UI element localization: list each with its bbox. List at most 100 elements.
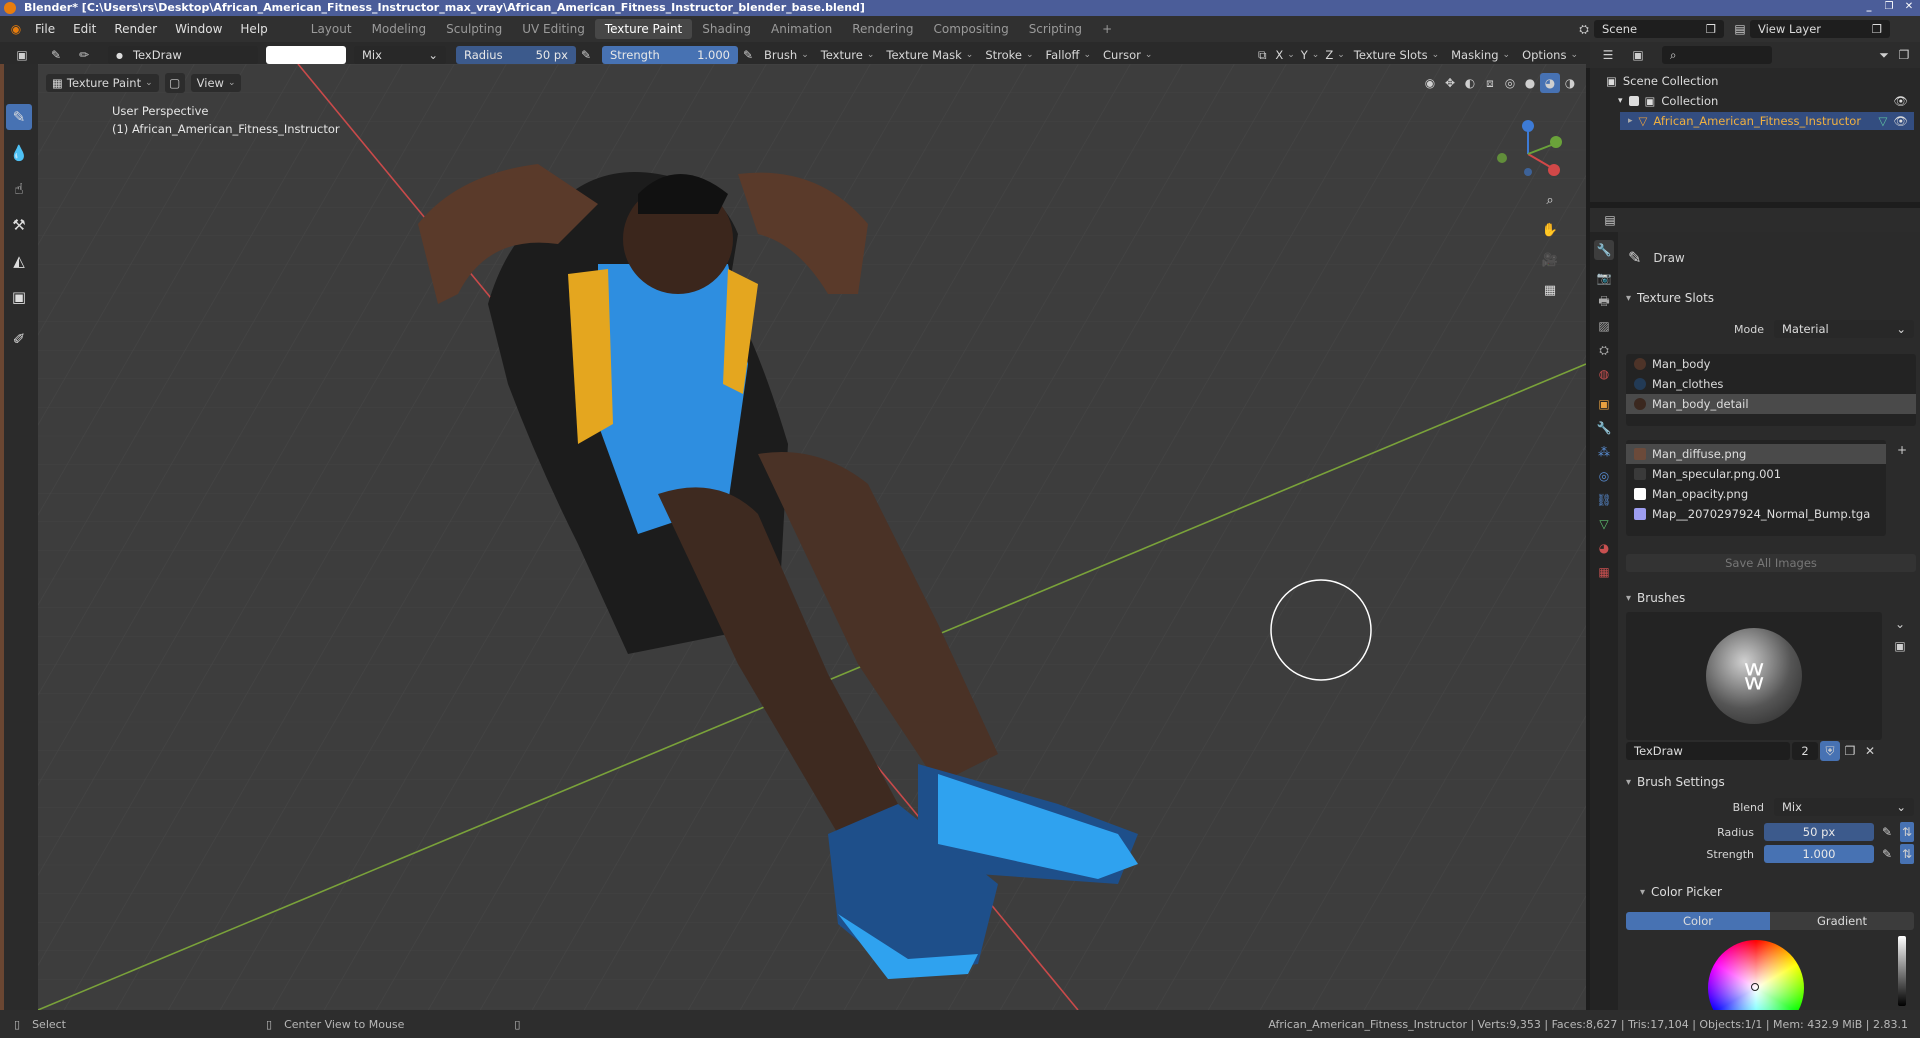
gizmo-toggle-icon[interactable]: ✥ bbox=[1440, 73, 1460, 93]
minimize-button[interactable]: _ bbox=[1862, 1, 1876, 13]
texture-slots-menu[interactable]: Texture Slots bbox=[1348, 46, 1445, 64]
tab-scripting[interactable]: Scripting bbox=[1019, 19, 1092, 39]
particles-tab-icon[interactable]: ⁂ bbox=[1594, 442, 1614, 462]
object-tab-icon[interactable]: ▣ bbox=[1594, 394, 1614, 414]
tab-gradient[interactable]: Gradient bbox=[1770, 912, 1914, 930]
duplicate-brush-icon[interactable]: ❐ bbox=[1840, 741, 1860, 761]
ortho-toggle-icon[interactable]: ▦ bbox=[1538, 278, 1562, 302]
draw-tool-icon[interactable]: ✎ bbox=[6, 104, 32, 130]
texture-menu[interactable]: Texture bbox=[815, 46, 881, 64]
tab-compositing[interactable]: Compositing bbox=[923, 19, 1018, 39]
image-slot-item[interactable]: Map__2070297924_Normal_Bump.tga bbox=[1626, 504, 1886, 524]
shading-wireframe-icon[interactable]: ◎ bbox=[1500, 73, 1520, 93]
options-menu[interactable]: Options bbox=[1516, 46, 1584, 64]
tool-icon[interactable]: ✎ bbox=[46, 45, 66, 65]
material-slot-item-selected[interactable]: Man_body_detail bbox=[1626, 394, 1916, 414]
view-layer-tab-icon[interactable]: ▨ bbox=[1594, 316, 1614, 336]
menu-render[interactable]: Render bbox=[105, 22, 166, 36]
material-tab-icon[interactable]: ◕ bbox=[1594, 538, 1614, 558]
clone-tool-icon[interactable]: ⚒ bbox=[6, 212, 32, 238]
soften-tool-icon[interactable]: 💧 bbox=[6, 140, 32, 166]
pan-hand-icon[interactable]: ✋ bbox=[1538, 218, 1562, 242]
view-layer-icon[interactable]: ▤ bbox=[1730, 19, 1750, 39]
outliner-object-row[interactable]: ▸ ▽ African_American_Fitness_Instructor ▽ 👁 bbox=[1620, 112, 1914, 130]
navigation-gizmo[interactable] bbox=[1488, 114, 1568, 194]
cursor-menu[interactable]: Cursor bbox=[1097, 46, 1158, 64]
tab-rendering[interactable]: Rendering bbox=[842, 19, 923, 39]
image-slot-item[interactable]: Man_specular.png.001 bbox=[1626, 464, 1886, 484]
blend-dropdown[interactable]: Mix ⌄ bbox=[1774, 798, 1914, 816]
texture-tab-icon[interactable]: ▦ bbox=[1594, 562, 1614, 582]
fake-user-shield-icon[interactable]: ⛨ bbox=[1820, 741, 1840, 761]
falloff-menu[interactable]: Falloff bbox=[1040, 46, 1098, 64]
fill-tool-icon[interactable]: ◭ bbox=[6, 248, 32, 274]
outliner-type-icon[interactable]: ☰ bbox=[1598, 45, 1618, 65]
texture-mask-menu[interactable]: Texture Mask bbox=[880, 46, 979, 64]
brush-color-swatch[interactable] bbox=[266, 46, 346, 64]
brush-image-icon[interactable]: ▣ bbox=[1890, 636, 1910, 656]
strength-slider[interactable]: Strength 1.000 bbox=[602, 46, 738, 64]
maximize-button[interactable]: ❐ bbox=[1882, 1, 1896, 13]
radius-pressure-icon[interactable]: ✎ bbox=[576, 45, 596, 65]
brush-preview[interactable]: ʬ bbox=[1626, 612, 1882, 740]
stroke-menu[interactable]: Stroke bbox=[979, 46, 1039, 64]
menu-help[interactable]: Help bbox=[231, 22, 276, 36]
add-workspace-button[interactable]: + bbox=[1092, 19, 1122, 39]
tab-layout[interactable]: Layout bbox=[301, 19, 362, 39]
xray-icon[interactable]: ⧈ bbox=[1480, 73, 1500, 93]
material-slot-item[interactable]: Man_clothes bbox=[1626, 374, 1916, 394]
tab-modeling[interactable]: Modeling bbox=[362, 19, 437, 39]
tab-sculpting[interactable]: Sculpting bbox=[436, 19, 512, 39]
mirror-y-button[interactable]: Y bbox=[1298, 48, 1323, 62]
image-slot-item-selected[interactable]: Man_diffuse.png bbox=[1626, 444, 1886, 464]
strength-slider[interactable]: 1.000 bbox=[1764, 845, 1874, 863]
tab-texture-paint[interactable]: Texture Paint bbox=[594, 19, 693, 39]
scene-icon[interactable]: ⛭ bbox=[1574, 19, 1594, 39]
tab-uv-editing[interactable]: UV Editing bbox=[512, 19, 595, 39]
material-slot-item[interactable]: Man_body bbox=[1626, 354, 1916, 374]
strength-unit-icon[interactable]: ⇅ bbox=[1900, 844, 1914, 864]
scene-tab-icon[interactable]: ⛭ bbox=[1594, 340, 1614, 360]
view-layer-selector[interactable]: View Layer ❐ bbox=[1750, 20, 1890, 38]
properties-type-icon[interactable]: ▤ bbox=[1600, 210, 1620, 230]
display-mode-icon[interactable]: ▣ bbox=[1628, 45, 1648, 65]
outliner-scene-collection[interactable]: ▣ Scene Collection bbox=[1598, 72, 1914, 90]
output-tab-icon[interactable]: 🖶 bbox=[1594, 292, 1614, 312]
tool-tab-icon[interactable]: 🔧 bbox=[1594, 240, 1614, 260]
smear-tool-icon[interactable]: ☝ bbox=[6, 176, 32, 202]
tab-shading[interactable]: Shading bbox=[692, 19, 761, 39]
shading-rendered-icon[interactable]: ◑ bbox=[1560, 73, 1580, 93]
brush-dropdown-icon[interactable]: ⌄ bbox=[1890, 614, 1910, 634]
outliner-collection[interactable]: ▾ ▣ Collection 👁 bbox=[1610, 92, 1914, 110]
mirror-x-button[interactable]: X bbox=[1272, 48, 1297, 62]
radius-slider[interactable]: 50 px bbox=[1764, 823, 1874, 841]
brush-settings-panel-header[interactable]: Brush Settings bbox=[1626, 772, 1725, 792]
overlays-icon[interactable]: ◐ bbox=[1460, 73, 1480, 93]
radius-pressure-icon[interactable]: ✎ bbox=[1880, 822, 1894, 842]
new-collection-icon[interactable]: ❐ bbox=[1894, 45, 1914, 65]
filter-icon[interactable]: ⏷ bbox=[1874, 45, 1894, 65]
menu-file[interactable]: File bbox=[26, 22, 64, 36]
camera-view-icon[interactable]: 🎥 bbox=[1538, 248, 1562, 272]
value-slider[interactable] bbox=[1898, 936, 1906, 1006]
strength-pressure-icon[interactable]: ✎ bbox=[1880, 844, 1894, 864]
image-slot-item[interactable]: Man_opacity.png bbox=[1626, 484, 1886, 504]
visibility-icon[interactable]: ◉ bbox=[1420, 73, 1440, 93]
editor-type-icon[interactable]: ▣ bbox=[12, 45, 32, 65]
symmetry-icon[interactable]: ⧉ bbox=[1252, 45, 1272, 65]
brush-name-field[interactable]: ● TexDraw bbox=[108, 46, 258, 64]
modifier-tab-icon[interactable]: 🔧 bbox=[1594, 418, 1614, 438]
outliner-search-input[interactable]: ⌕ bbox=[1662, 46, 1772, 64]
mode-dropdown[interactable]: ▦ Texture Paint bbox=[46, 74, 159, 92]
brush-menu[interactable]: Brush bbox=[758, 46, 815, 64]
scene-selector[interactable]: Scene ❐ bbox=[1594, 20, 1724, 38]
save-all-images-button[interactable]: Save All Images bbox=[1626, 554, 1916, 572]
mask-tool-icon[interactable]: ▣ bbox=[6, 284, 32, 310]
annotate-tool-icon[interactable]: ✐ bbox=[6, 326, 32, 352]
brush-name-field[interactable]: TexDraw bbox=[1626, 742, 1790, 760]
menu-window[interactable]: Window bbox=[166, 22, 231, 36]
brushes-panel-header[interactable]: Brushes bbox=[1626, 588, 1685, 608]
radius-unit-icon[interactable]: ⇅ bbox=[1900, 822, 1914, 842]
close-button[interactable]: ✕ bbox=[1902, 1, 1916, 13]
masking-menu[interactable]: Masking bbox=[1445, 46, 1516, 64]
